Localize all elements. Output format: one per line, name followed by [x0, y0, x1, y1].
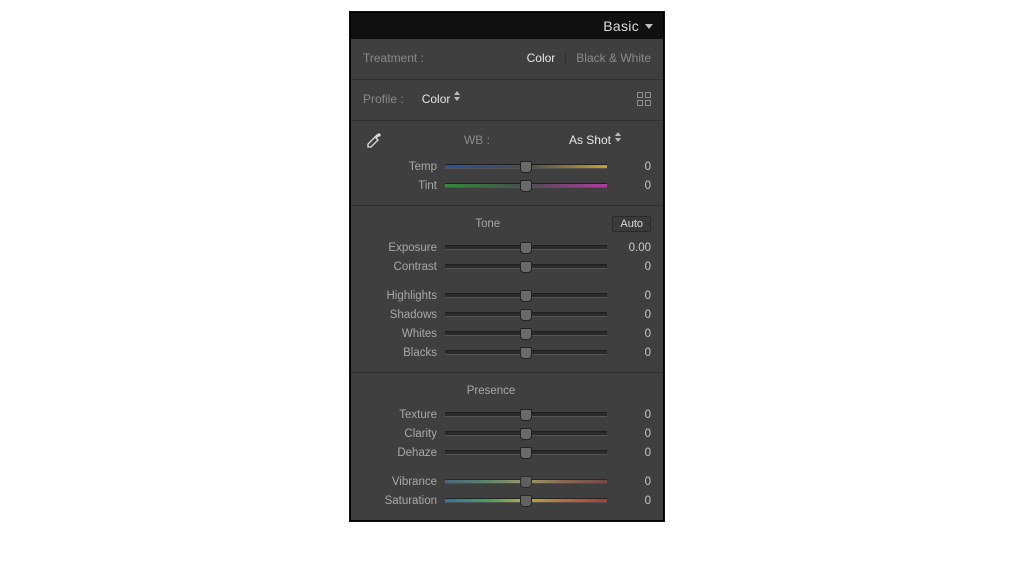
profile-value: Color [422, 92, 451, 106]
dehaze-slider[interactable]: Dehaze 0 [363, 443, 651, 462]
tint-slider[interactable]: Tint 0 [363, 176, 651, 195]
vibrance-slider[interactable]: Vibrance 0 [363, 472, 651, 491]
tint-value[interactable]: 0 [607, 180, 651, 192]
exposure-label: Exposure [363, 242, 445, 254]
slider-thumb[interactable] [520, 309, 532, 321]
wb-value: As Shot [569, 133, 611, 147]
whites-slider[interactable]: Whites 0 [363, 324, 651, 343]
profile-browser-icon[interactable] [637, 92, 651, 106]
blacks-label: Blacks [363, 347, 445, 359]
presence-heading: Presence [467, 385, 516, 397]
profile-section: Profile : Color [351, 80, 663, 121]
updown-icon [615, 138, 621, 142]
exposure-value[interactable]: 0.00 [607, 242, 651, 254]
texture-slider[interactable]: Texture 0 [363, 405, 651, 424]
treatment-label: Treatment : [363, 51, 424, 65]
panel-title: Basic [603, 18, 639, 34]
eyedropper-icon[interactable] [363, 129, 385, 151]
temp-value[interactable]: 0 [607, 161, 651, 173]
clarity-value[interactable]: 0 [607, 428, 651, 440]
slider-thumb[interactable] [520, 476, 532, 488]
auto-button[interactable]: Auto [612, 216, 651, 232]
dehaze-value[interactable]: 0 [607, 447, 651, 459]
temp-slider[interactable]: Temp 0 [363, 157, 651, 176]
saturation-slider[interactable]: Saturation 0 [363, 491, 651, 510]
profile-label: Profile : [363, 92, 404, 106]
whites-value[interactable]: 0 [607, 328, 651, 340]
slider-thumb[interactable] [520, 161, 532, 173]
tone-heading: Tone [475, 218, 500, 230]
panel-body: Treatment : Color Black & White Profile … [351, 39, 663, 520]
clarity-slider[interactable]: Clarity 0 [363, 424, 651, 443]
vibrance-value[interactable]: 0 [607, 476, 651, 488]
slider-thumb[interactable] [520, 261, 532, 273]
slider-thumb[interactable] [520, 242, 532, 254]
highlights-value[interactable]: 0 [607, 290, 651, 302]
shadows-value[interactable]: 0 [607, 309, 651, 321]
blacks-slider[interactable]: Blacks 0 [363, 343, 651, 362]
slider-thumb[interactable] [520, 180, 532, 192]
profile-dropdown[interactable]: Color [422, 92, 461, 106]
whites-label: Whites [363, 328, 445, 340]
collapse-icon [645, 24, 653, 29]
blacks-value[interactable]: 0 [607, 347, 651, 359]
basic-panel: Basic Treatment : Color Black & White Pr… [350, 12, 664, 521]
contrast-value[interactable]: 0 [607, 261, 651, 273]
treatment-color[interactable]: Color [527, 51, 556, 65]
separator [565, 52, 566, 64]
treatment-section: Treatment : Color Black & White [351, 39, 663, 80]
tone-section: Tone Auto Exposure 0.00 Contrast 0 Highl… [351, 206, 663, 373]
dehaze-label: Dehaze [363, 447, 445, 459]
highlights-slider[interactable]: Highlights 0 [363, 286, 651, 305]
slider-thumb[interactable] [520, 428, 532, 440]
clarity-label: Clarity [363, 428, 445, 440]
texture-label: Texture [363, 409, 445, 421]
slider-thumb[interactable] [520, 409, 532, 421]
slider-thumb[interactable] [520, 328, 532, 340]
saturation-label: Saturation [363, 495, 445, 507]
panel-titlebar[interactable]: Basic [351, 13, 663, 39]
slider-thumb[interactable] [520, 347, 532, 359]
shadows-label: Shadows [363, 309, 445, 321]
wb-section: WB : As Shot Temp 0 Tint 0 [351, 121, 663, 206]
slider-thumb[interactable] [520, 290, 532, 302]
exposure-slider[interactable]: Exposure 0.00 [363, 238, 651, 257]
contrast-label: Contrast [363, 261, 445, 273]
shadows-slider[interactable]: Shadows 0 [363, 305, 651, 324]
contrast-slider[interactable]: Contrast 0 [363, 257, 651, 276]
presence-section: Presence Texture 0 Clarity 0 Dehaze 0 [351, 373, 663, 520]
slider-thumb[interactable] [520, 495, 532, 507]
saturation-value[interactable]: 0 [607, 495, 651, 507]
texture-value[interactable]: 0 [607, 409, 651, 421]
updown-icon [454, 97, 460, 101]
wb-dropdown[interactable]: As Shot [569, 133, 621, 147]
highlights-label: Highlights [363, 290, 445, 302]
temp-label: Temp [363, 161, 445, 173]
treatment-bw[interactable]: Black & White [576, 51, 651, 65]
tint-label: Tint [363, 180, 445, 192]
vibrance-label: Vibrance [363, 476, 445, 488]
slider-thumb[interactable] [520, 447, 532, 459]
wb-label: WB : [385, 133, 569, 147]
